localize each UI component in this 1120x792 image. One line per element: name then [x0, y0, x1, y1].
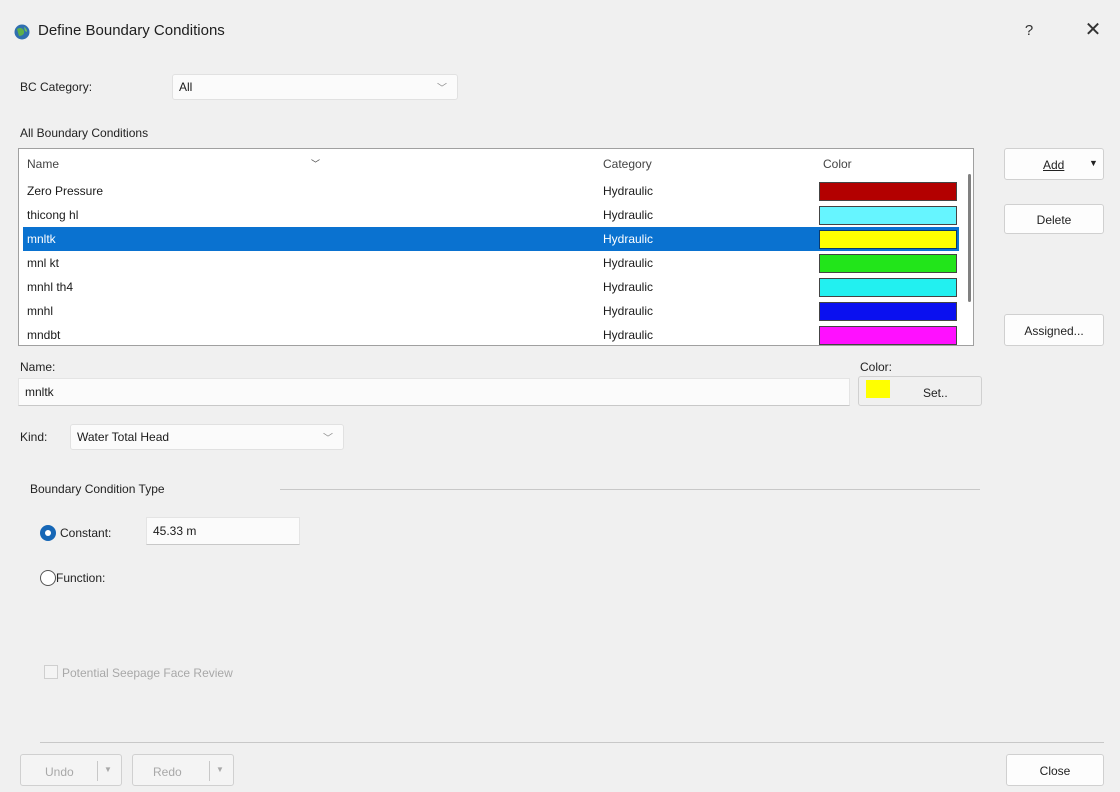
add-button-label: Add [1043, 158, 1065, 172]
name-value: mnltk [25, 385, 54, 399]
kind-label: Kind: [20, 430, 48, 444]
seepage-label: Potential Seepage Face Review [62, 666, 233, 680]
constant-label: Constant: [60, 526, 112, 540]
row-color-swatch [819, 182, 957, 201]
set-button-label: Set.. [923, 386, 948, 400]
window-title: Define Boundary Conditions [38, 22, 225, 39]
list-row[interactable]: thicong hl Hydraulic [23, 203, 959, 227]
kind-dropdown[interactable]: Water Total Head ﹀ [70, 424, 344, 450]
column-header-color[interactable]: Color [823, 157, 852, 171]
redo-label: Redo [153, 765, 182, 779]
row-category: Hydraulic [603, 256, 654, 270]
row-name: thicong hl [27, 208, 79, 222]
list-row[interactable]: mnhl th4 Hydraulic [23, 275, 959, 299]
set-color-button[interactable]: Set.. [858, 376, 982, 406]
function-radio[interactable] [40, 570, 56, 586]
bc-type-heading: Boundary Condition Type [30, 482, 165, 496]
row-category: Hydraulic [603, 304, 654, 318]
group-divider [280, 489, 980, 490]
row-category: Hydraulic [603, 208, 654, 222]
list-row[interactable]: Zero Pressure Hydraulic [23, 179, 959, 203]
caret-down-icon: ▼ [104, 765, 112, 774]
caret-down-icon: ▼ [216, 765, 224, 774]
column-header-name[interactable]: Name [27, 157, 59, 171]
constant-value: 45.33 m [153, 524, 197, 538]
constant-radio[interactable] [40, 525, 56, 541]
list-header: Name ﹀ Category Color [19, 149, 959, 175]
chevron-down-icon: ﹀ [323, 433, 333, 445]
seepage-checkbox[interactable] [44, 665, 58, 679]
globe-icon [14, 24, 30, 40]
list-row[interactable]: mndbt Hydraulic [23, 323, 959, 345]
row-name: mndbt [27, 328, 61, 342]
row-color-swatch [819, 326, 957, 345]
title-bar: Define Boundary Conditions ? ✕ [0, 0, 1120, 62]
column-header-category[interactable]: Category [603, 157, 652, 171]
list-heading: All Boundary Conditions [20, 126, 149, 140]
row-name: Zero Pressure [27, 184, 104, 198]
bc-category-label: BC Category: [20, 80, 93, 94]
row-category: Hydraulic [603, 184, 654, 198]
list-row[interactable]: mnl kt Hydraulic [23, 251, 959, 275]
bc-category-value: All [179, 80, 193, 94]
row-category: Hydraulic [603, 328, 654, 342]
row-color-swatch [819, 302, 957, 321]
row-name: mnhl [27, 304, 54, 318]
row-category: Hydraulic [603, 232, 654, 246]
name-label: Name: [20, 360, 56, 374]
sort-indicator-icon: ﹀ [311, 159, 321, 169]
footer-divider [40, 742, 1104, 743]
boundary-conditions-list[interactable]: Name ﹀ Category Color Zero Pressure Hydra… [18, 148, 974, 346]
chevron-down-icon: ﹀ [437, 83, 447, 95]
row-color-swatch [819, 278, 957, 297]
list-row[interactable]: mnltk Hydraulic [23, 227, 959, 251]
row-name: mnltk [27, 232, 56, 246]
row-color-swatch [819, 206, 957, 225]
list-scrollbar[interactable] [968, 174, 971, 302]
row-color-swatch [819, 230, 957, 249]
row-category: Hydraulic [603, 280, 654, 294]
close-button[interactable]: Close [1006, 754, 1104, 786]
assigned-button[interactable]: Assigned... [1004, 314, 1104, 346]
function-label: Function: [56, 571, 106, 585]
window-close-button[interactable]: ✕ [1078, 16, 1108, 44]
color-label: Color: [860, 360, 893, 374]
redo-button: Redo ▼ [132, 754, 234, 786]
delete-button[interactable]: Delete [1004, 204, 1104, 234]
row-name: mnl kt [27, 256, 60, 270]
add-button[interactable]: Add ▼ [1004, 148, 1104, 180]
bc-category-dropdown[interactable]: All ﹀ [172, 74, 458, 100]
kind-value: Water Total Head [77, 430, 170, 444]
caret-down-icon: ▼ [1089, 158, 1098, 168]
help-button[interactable]: ? [1016, 18, 1042, 44]
undo-button: Undo ▼ [20, 754, 122, 786]
name-input[interactable]: mnltk [18, 378, 850, 406]
undo-label: Undo [45, 765, 74, 779]
list-row[interactable]: mnhl Hydraulic [23, 299, 959, 323]
row-name: mnhl th4 [27, 280, 74, 294]
constant-input[interactable]: 45.33 m [146, 517, 300, 545]
row-color-swatch [819, 254, 957, 273]
